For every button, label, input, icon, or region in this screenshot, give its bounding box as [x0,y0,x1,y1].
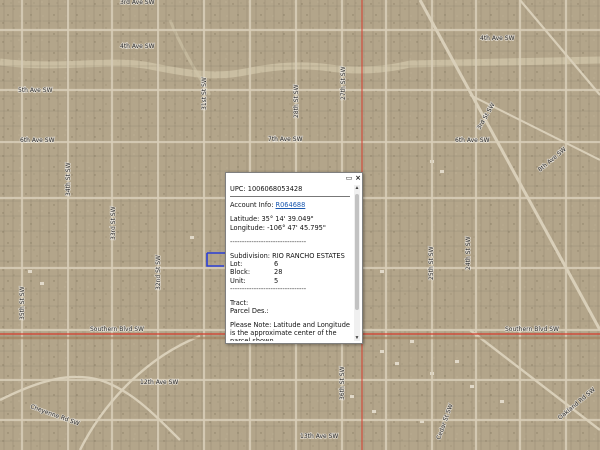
road-label-25th-st-sw: 25th St SW [428,246,435,280]
subdivision-row: Subdivision: RIO RANCHO ESTATES [230,252,352,260]
structure [470,385,474,388]
dashed-divider: -------------------------------- [230,237,307,246]
road-label-31st-st-sw: 31st St SW [201,77,208,110]
scroll-down-icon[interactable]: ▼ [354,335,360,341]
structure [410,340,414,343]
road-label-southern-blvd-sw-right: Southern Blvd SW [505,326,559,333]
tract-row: Tract: [230,299,352,307]
structure [380,270,384,273]
road-label-33rd-st-sw: 33rd St SW [110,206,117,240]
longitude-value: -106° 47' 45.795" [267,223,326,232]
road-label-27th-st-sw: 27th St SW [340,66,347,100]
longitude-row: Longitude: -106° 47' 45.795" [230,224,352,232]
parcel-info-popup[interactable]: ▭ × UPC: 1006068053428 Account Info: R06… [225,172,363,344]
road-label-3rd-ave-sw-top: 3rd Ave SW [120,0,155,6]
upc-label: UPC: [230,185,246,193]
road-label-36th-st-sw: 36th St SW [339,366,346,400]
road-label-6th-ave-sw-left: 6th Ave SW [20,137,55,144]
road-label-4th-ave-sw-right: 4th Ave SW [480,35,515,42]
lot-value: 6 [274,260,279,269]
maximize-icon[interactable]: ▭ [345,174,353,182]
subdivision-label: Subdivision: [230,252,271,261]
road-label-6th-ave-sw-right: 6th Ave SW [455,137,490,144]
latitude-value: 35° 14' 39.049" [261,215,314,224]
latitude-label: Latitude: [230,215,260,224]
road-label-12th-ave-sw: 12th Ave SW [140,379,178,386]
structure [455,360,459,363]
structure [28,270,32,273]
lot-label: Lot: [230,260,243,269]
road-label-13th-ave-sw: 13th Ave SW [300,433,338,440]
account-link[interactable]: R064688 [276,201,306,209]
upc-value: 1006068053428 [247,185,303,193]
structure [395,362,399,365]
structure [380,350,384,353]
road-label-35th-st-sw: 35th St SW [19,286,26,320]
parcel-des-label: Parcel Des.: [230,307,269,316]
dashed-divider-2: -------------------------------- [230,284,307,293]
longitude-label: Longitude: [230,223,266,232]
close-icon[interactable]: × [354,174,362,182]
structure [190,236,194,239]
parcel-des-row: Parcel Des.: [230,307,352,315]
road-label-southern-blvd-sw-left: Southern Blvd SW [90,326,144,333]
road-label-28th-st-sw: 28th St SW [293,84,300,118]
unit-label: Unit: [230,276,246,285]
account-row: Account Info: R064688 [230,201,352,209]
subdivision-value: RIO RANCHO ESTATES [272,252,345,261]
scroll-thumb[interactable] [355,194,359,310]
road-label-7th-ave-sw: 7th Ave SW [268,136,303,143]
structure [500,400,504,403]
structure [40,282,44,285]
block-row: Block: 28 [230,268,352,276]
popup-content[interactable]: UPC: 1006068053428 Account Info: R064688… [230,185,352,341]
tract-label: Tract: [230,299,249,308]
latitude-row: Latitude: 35° 14' 39.049" [230,215,352,223]
scroll-up-icon[interactable]: ▲ [354,185,360,191]
lot-row: Lot: 6 [230,260,352,268]
road-label-34th-st-sw: 34th St SW [65,162,72,196]
block-label: Block: [230,268,251,277]
road-label-32nd-st-sw: 32nd St SW [155,255,162,290]
structure [350,395,354,398]
upc-row: UPC: 1006068053428 [230,185,352,193]
popup-header: ▭ × [226,173,362,183]
selected-parcel-outline [206,253,224,267]
road-label-5th-ave-sw: 5th Ave SW [18,87,53,94]
structure [372,410,376,413]
road-label-4th-ave-sw-left: 4th Ave SW [120,43,155,50]
popup-divider [230,196,350,198]
coordinate-note: Please Note: Latitude and Longitude is t… [230,321,350,341]
unit-row: Unit: 5 [230,277,352,285]
structure [440,170,444,173]
account-label: Account Info: [230,201,274,210]
popup-scrollbar[interactable]: ▲ ▼ [354,185,360,341]
road-label-24th-st-sw: 24th St SW [465,236,472,270]
unit-value: 5 [274,276,279,285]
block-value: 28 [274,268,283,277]
